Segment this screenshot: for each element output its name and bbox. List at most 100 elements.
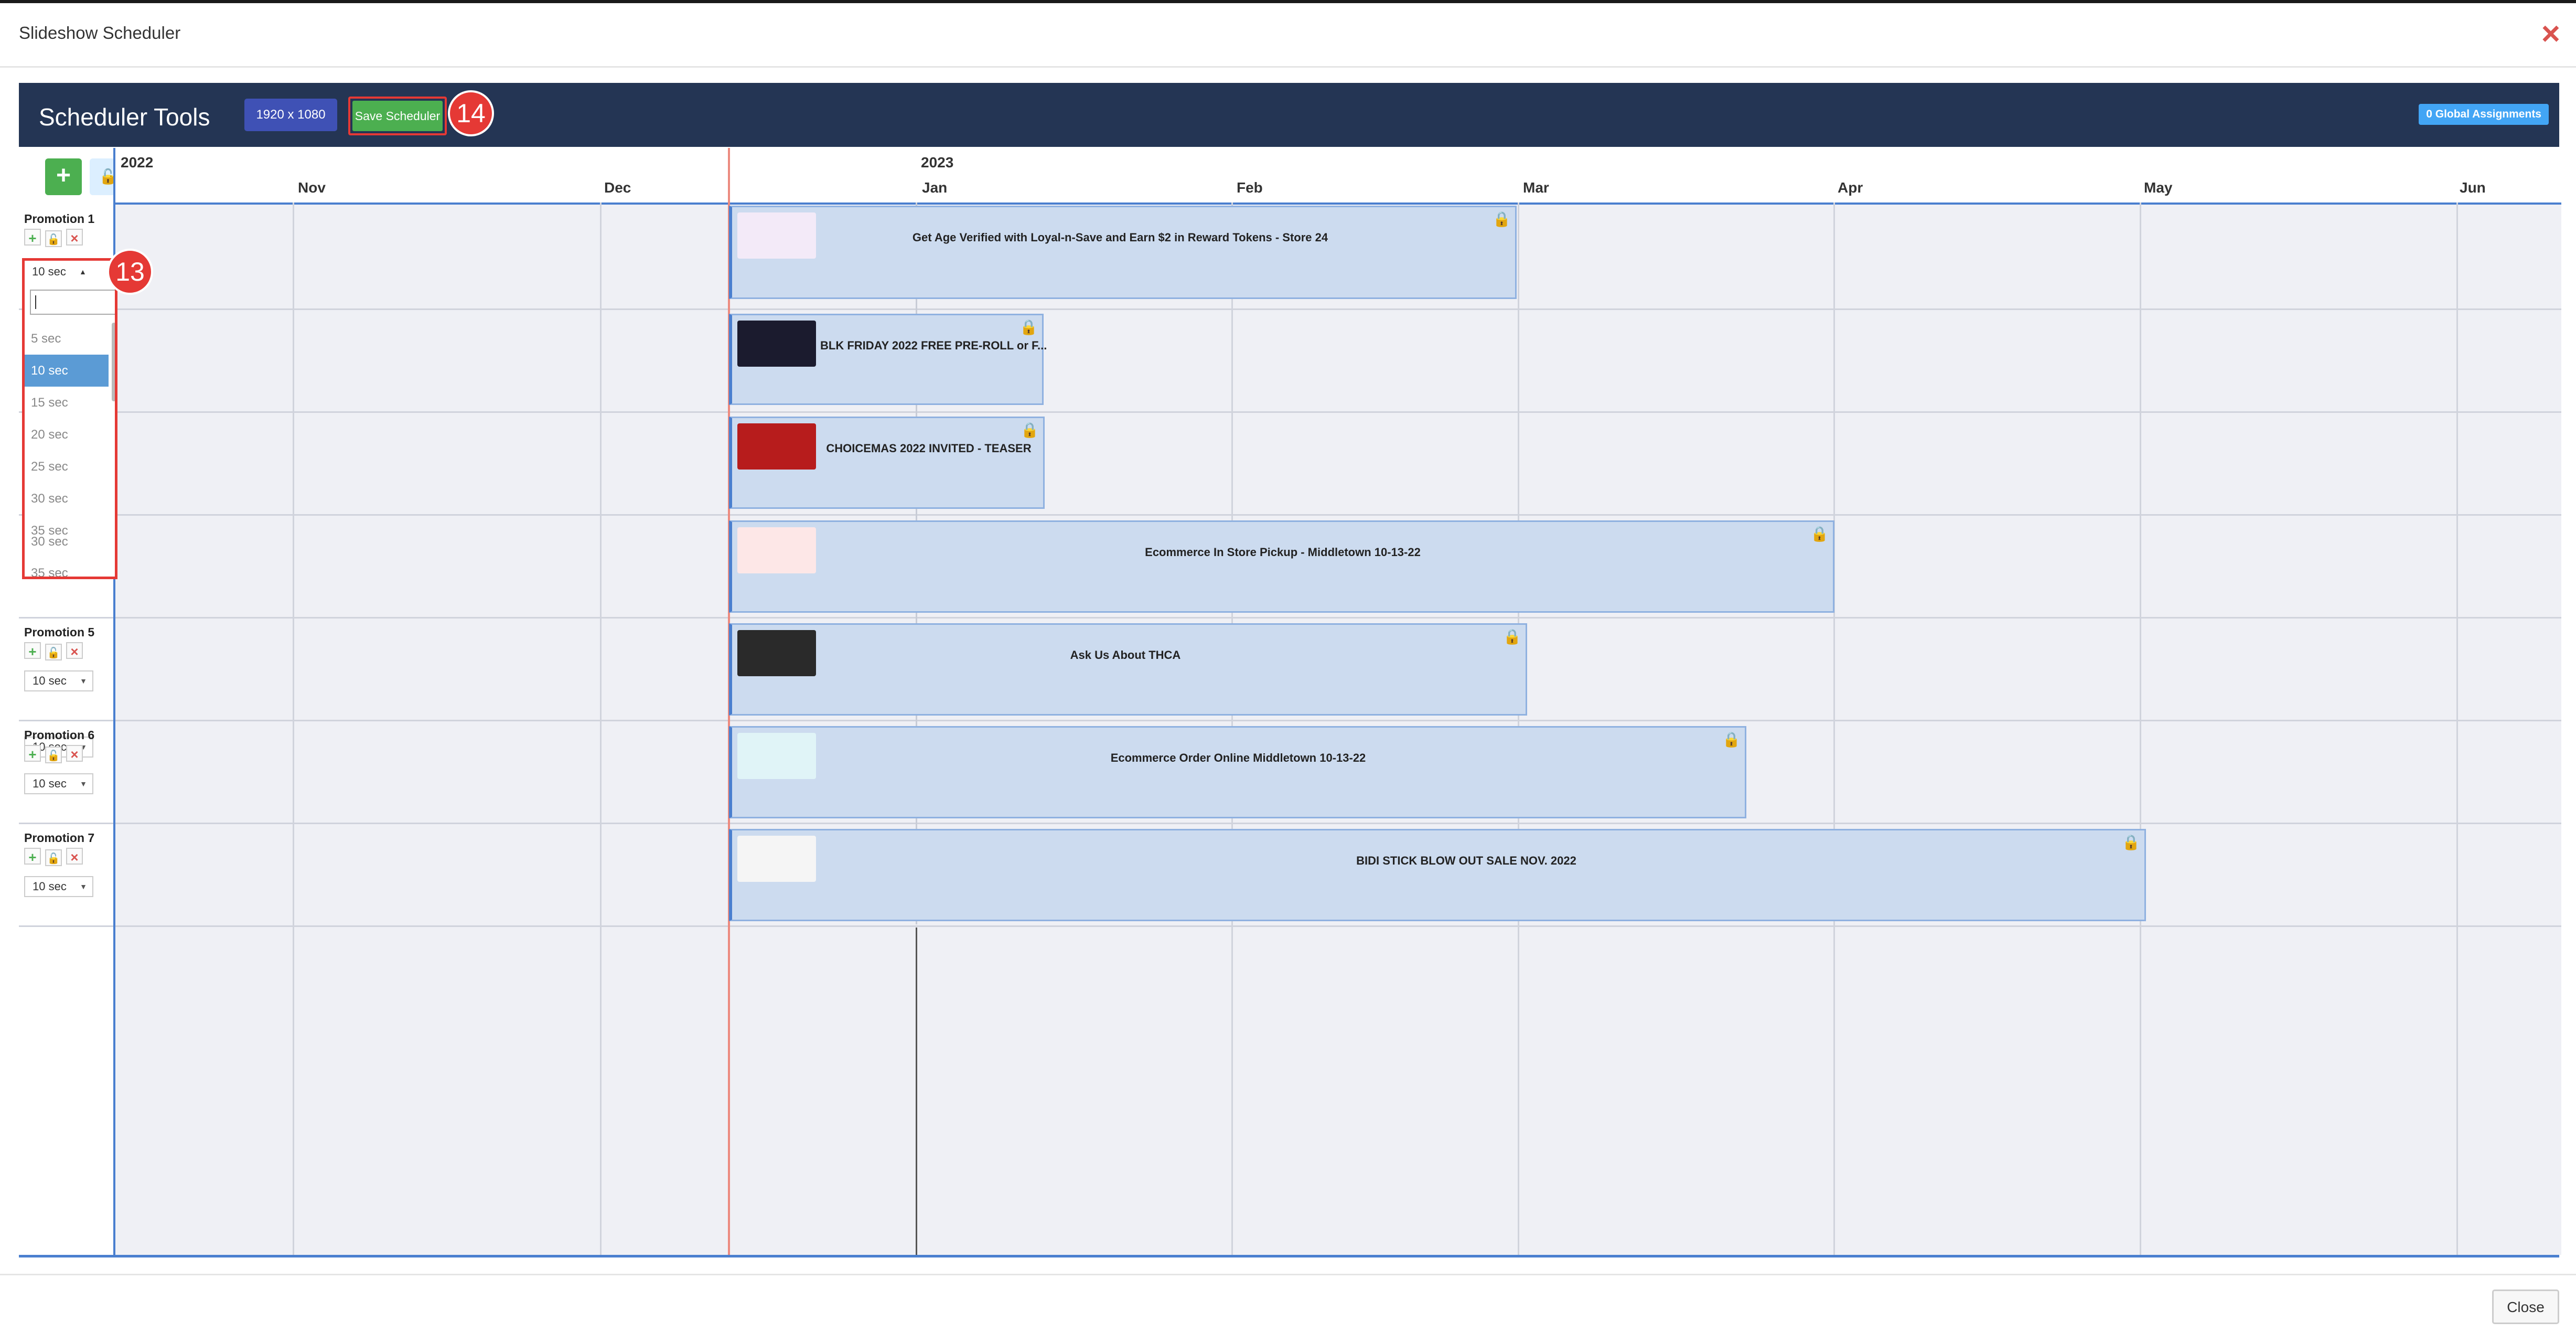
dropdown-option[interactable]: 30 sec: [25, 483, 109, 515]
annotation-badge-14: 14: [448, 90, 494, 136]
lock-icon[interactable]: 🔓: [45, 644, 62, 660]
promotion-name: Promotion 7: [24, 831, 95, 845]
add-icon[interactable]: +: [24, 229, 41, 246]
resolution-button[interactable]: 1920 x 1080: [244, 99, 337, 131]
month-divider: [916, 928, 917, 1255]
lock-icon[interactable]: 🔒: [1722, 731, 1741, 748]
add-promotion-button[interactable]: +: [45, 158, 82, 195]
schedule-event[interactable]: Ecommerce Order Online Middletown 10-13-…: [729, 726, 1746, 818]
month-label: Jun: [2460, 179, 2486, 196]
event-title: Ecommerce In Store Pickup - Middletown 1…: [1145, 546, 1421, 559]
promotion-name: Promotion 5: [24, 625, 95, 639]
grid-bottom-border: [19, 1255, 2559, 1257]
promotion-actions: + 🔓 ×: [24, 848, 87, 866]
duration-dropdown-open: 10 sec ▲ 5 sec 10 sec 15 sec 20 sec 25 s…: [22, 258, 117, 579]
delete-icon[interactable]: ×: [66, 229, 83, 246]
duration-select[interactable]: 10 sec ▼: [24, 876, 93, 897]
row-divider: [115, 720, 2561, 721]
lock-icon[interactable]: 🔒: [1021, 421, 1039, 439]
promotion-name: Promotion 6: [24, 728, 95, 742]
lock-icon[interactable]: 🔓: [45, 849, 62, 866]
lock-icon[interactable]: 🔒: [1810, 525, 1829, 542]
save-scheduler-button[interactable]: Save Scheduler: [352, 101, 443, 131]
schedule-event[interactable]: BLK FRIDAY 2022 FREE PRE-ROLL or F... 🔒: [729, 314, 1047, 405]
event-thumbnail: [737, 836, 816, 882]
event-title: BLK FRIDAY 2022 FREE PRE-ROLL or F...: [820, 339, 1047, 352]
event-thumbnail: [737, 423, 816, 470]
add-icon[interactable]: +: [24, 848, 41, 865]
grid-line: [293, 202, 294, 1255]
delete-icon[interactable]: ×: [66, 848, 83, 865]
event-thumbnail: [737, 630, 816, 676]
lock-icon[interactable]: 🔓: [45, 747, 62, 763]
duration-select[interactable]: 10 sec ▲: [28, 261, 111, 283]
duration-value: 10 sec: [33, 674, 67, 687]
event-title: Ecommerce Order Online Middletown 10-13-…: [1110, 751, 1366, 764]
month-label: Apr: [1838, 179, 1863, 196]
lock-icon[interactable]: 🔒: [1503, 628, 1521, 645]
row-divider: [115, 925, 2561, 927]
year-label: 2023: [921, 154, 954, 170]
delete-icon[interactable]: ×: [66, 642, 83, 659]
duration-select[interactable]: 10 sec ▼: [24, 670, 93, 691]
month-label: Nov: [298, 179, 326, 196]
event-thumbnail: [737, 733, 816, 779]
event-thumbnail: [737, 321, 816, 367]
lock-icon[interactable]: 🔒: [1019, 318, 1038, 336]
promotion-name: Promotion 1: [24, 212, 95, 226]
grid-line: [2140, 202, 2141, 1255]
dropdown-option[interactable]: 20 sec: [25, 419, 109, 451]
duration-value: 10 sec: [32, 265, 66, 278]
dropdown-search-input[interactable]: [30, 290, 115, 315]
dropdown-scrollbar[interactable]: [112, 323, 115, 401]
month-label: Feb: [1237, 179, 1263, 196]
close-icon[interactable]: ×: [2541, 18, 2560, 50]
row-divider: [115, 514, 2561, 516]
event-title: BIDI STICK BLOW OUT SALE NOV. 2022: [1356, 854, 1576, 867]
event-title: Ask Us About THCA: [1070, 648, 1181, 662]
dropdown-options: 5 sec 10 sec 15 sec 20 sec 25 sec 30 sec…: [25, 323, 109, 547]
schedule-event[interactable]: Ecommerce In Store Pickup - Middletown 1…: [729, 520, 1834, 613]
global-assignments-badge[interactable]: 0 Global Assignments: [2419, 104, 2549, 125]
close-button[interactable]: Close: [2492, 1289, 2559, 1324]
delete-icon[interactable]: ×: [66, 745, 83, 762]
event-thumbnail: [737, 212, 816, 259]
promotion-actions: + 🔓 ×: [24, 745, 87, 763]
month-label: Mar: [1523, 179, 1549, 196]
save-scheduler-highlight: Save Scheduler: [348, 97, 447, 135]
dropdown-option: 30 sec: [31, 535, 68, 549]
duration-select[interactable]: 10 sec ▼: [24, 773, 93, 794]
modal-title: Slideshow Scheduler: [19, 23, 181, 42]
schedule-event[interactable]: BIDI STICK BLOW OUT SALE NOV. 2022 🔒: [729, 829, 2146, 921]
dropdown-option: 35 sec: [31, 566, 68, 579]
lock-icon[interactable]: 🔒: [2122, 834, 2140, 851]
grid-line: [1833, 202, 1835, 1255]
event-thumbnail: [737, 527, 816, 573]
row-divider: [19, 925, 113, 927]
schedule-event[interactable]: CHOICEMAS 2022 INVITED - TEASER 🔒: [729, 417, 1045, 509]
chevron-down-icon: ▼: [80, 882, 87, 891]
chevron-down-icon: ▼: [80, 780, 87, 788]
duration-value: 10 sec: [33, 777, 67, 790]
dropdown-option[interactable]: 10 sec: [25, 355, 109, 387]
grid-line: [2456, 202, 2458, 1255]
chevron-up-icon: ▲: [79, 268, 87, 276]
row-divider: [115, 823, 2561, 824]
add-icon[interactable]: +: [24, 745, 41, 762]
text-cursor: [35, 295, 36, 309]
schedule-event[interactable]: Ask Us About THCA 🔒: [729, 623, 1527, 716]
timeline-header: 2022 2023 Nov Dec Jan Feb Mar Apr May Ju…: [115, 148, 2561, 205]
add-icon[interactable]: +: [24, 642, 41, 659]
schedule-event[interactable]: Get Age Verified with Loyal-n-Save and E…: [729, 206, 1517, 299]
duration-value: 10 sec: [33, 880, 67, 893]
dropdown-option[interactable]: 5 sec: [25, 323, 109, 355]
row-divider: [115, 617, 2561, 619]
lock-icon[interactable]: 🔓: [45, 230, 62, 247]
scheduler-toolbar: Scheduler Tools 1920 x 1080 Save Schedul…: [19, 83, 2559, 147]
month-label: May: [2144, 179, 2173, 196]
dropdown-option[interactable]: 25 sec: [25, 451, 109, 483]
modal-footer-divider: [0, 1274, 2576, 1275]
lock-icon[interactable]: 🔒: [1493, 210, 1511, 228]
dropdown-option[interactable]: 15 sec: [25, 387, 109, 419]
row-divider: [115, 411, 2561, 413]
